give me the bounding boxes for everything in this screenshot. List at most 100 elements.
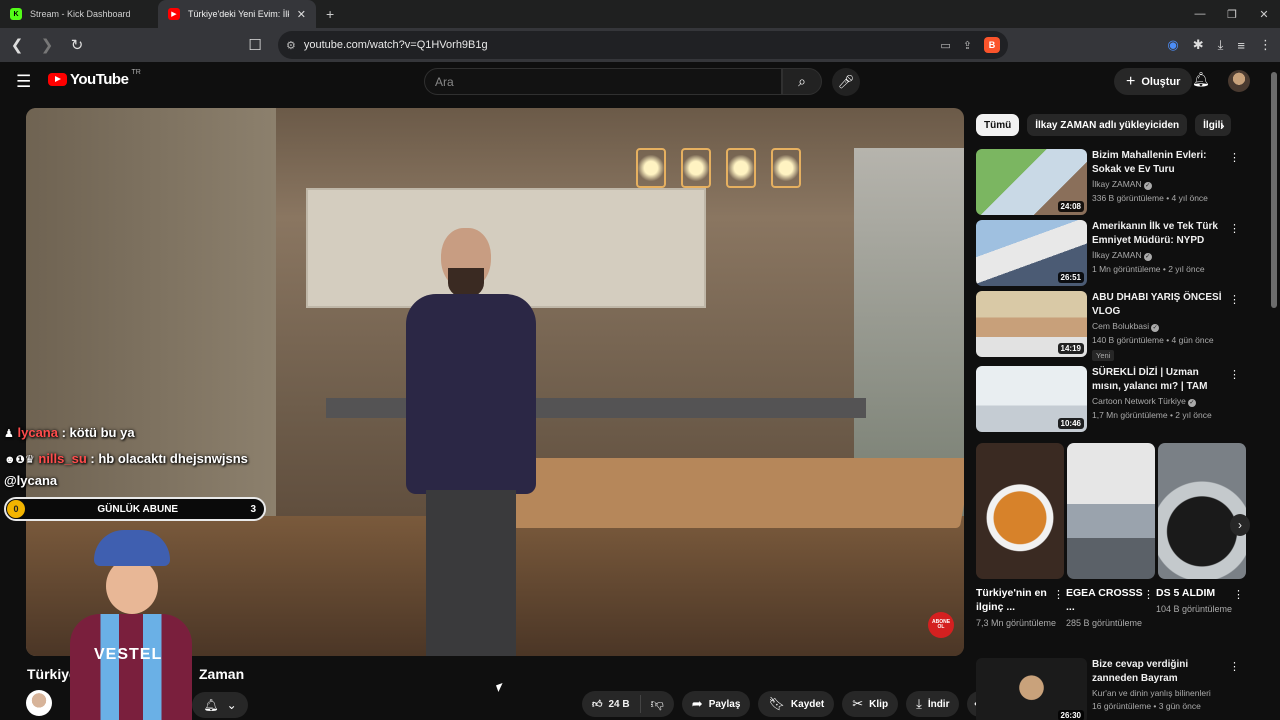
verified-icon: ✓ bbox=[1151, 324, 1160, 332]
rec-channel[interactable]: Cartoon Network Türkiye bbox=[1092, 396, 1186, 406]
sub-goal-target: 3 bbox=[250, 503, 256, 515]
tab-youtube-video[interactable]: ▶ Türkiye'deki Yeni Evim: İlkay Z ✕ bbox=[158, 0, 316, 28]
microphone-icon: 🎤︎ bbox=[837, 74, 855, 89]
rec-channel[interactable]: İlkay ZAMAN bbox=[1092, 250, 1142, 260]
back-button[interactable]: ❮ bbox=[2, 30, 32, 60]
clip-button[interactable]: ✂ Klip bbox=[842, 691, 899, 717]
channel-avatar[interactable] bbox=[26, 690, 52, 716]
rec-title[interactable]: ABU DHABI YARIŞ ÖNCESİ VLOG bbox=[1092, 291, 1228, 319]
logo-text: YouTube bbox=[70, 71, 129, 88]
rec-title[interactable]: Bizim Mahallenin Evleri: Sokak ve Ev Tur… bbox=[1092, 149, 1228, 177]
recommendation-item[interactable]: 24:08 Bizim Mahallenin Evleri: Sokak ve … bbox=[976, 149, 1246, 215]
subscription-bell-button[interactable]: 🔔︎ ⌄ bbox=[192, 692, 248, 718]
close-tab-icon[interactable]: ✕ bbox=[297, 8, 306, 21]
scene-table bbox=[499, 458, 964, 528]
shorts-next-button[interactable]: › bbox=[1230, 514, 1250, 536]
short-title[interactable]: Türkiye'nin en ilginç ... bbox=[976, 586, 1064, 614]
more-vertical-icon[interactable]: ⋮ bbox=[1229, 368, 1240, 381]
rec-title[interactable]: Bize cevap verdiğini zanneden Bayram Mar… bbox=[1092, 658, 1228, 686]
recommendation-item[interactable]: 26:51 Amerikanın İlk ve Tek Türk Emniyet… bbox=[976, 220, 1246, 286]
short-title[interactable]: EGEA CROSSS ... bbox=[1066, 586, 1154, 614]
like-button[interactable]: 👍︎ 24 B bbox=[582, 695, 641, 713]
daily-sub-goal: 0 GÜNLÜK ABUNE 3 bbox=[4, 497, 266, 521]
video-title-end: Zaman bbox=[199, 666, 245, 682]
window-controls: — ❐ ✕ bbox=[1184, 0, 1280, 28]
hamburger-menu-icon[interactable]: ☰ bbox=[16, 72, 31, 92]
maximize-button[interactable]: ❐ bbox=[1216, 0, 1248, 28]
page-scrollbar[interactable] bbox=[1271, 72, 1277, 308]
rec-title[interactable]: Amerikanın İlk ve Tek Türk Emniyet Müdür… bbox=[1092, 220, 1228, 248]
duration-badge: 24:08 bbox=[1057, 201, 1084, 212]
recommendation-item[interactable]: 14:19 ABU DHABI YARIŞ ÖNCESİ VLOG Cem Bo… bbox=[976, 291, 1246, 361]
video-thumbnail[interactable]: 10:46 bbox=[976, 366, 1087, 432]
tab-title: Stream - Kick Dashboard bbox=[30, 9, 131, 19]
chip-related[interactable]: İlgili bbox=[1195, 114, 1232, 136]
more-vertical-icon[interactable]: ⋮ bbox=[1053, 588, 1064, 601]
rec-views: 336 B görüntüleme • 4 yıl önce bbox=[1092, 193, 1208, 203]
download-button[interactable]: ⤓ İndir bbox=[906, 691, 960, 717]
reload-button[interactable]: ↻ bbox=[62, 30, 92, 60]
youtube-logo[interactable]: YouTube TR bbox=[48, 69, 141, 88]
search-button[interactable]: ⌕ bbox=[782, 68, 822, 95]
video-thumbnail[interactable]: 14:19 bbox=[976, 291, 1087, 357]
playlist-icon[interactable]: ≡ bbox=[1237, 38, 1245, 53]
account-avatar[interactable] bbox=[1228, 70, 1250, 92]
site-settings-icon[interactable]: ⚙ bbox=[286, 39, 296, 52]
download-icon[interactable]: ⤓ bbox=[1218, 37, 1224, 53]
share-icon[interactable]: ⇪ bbox=[963, 39, 972, 52]
sub-goal-current: 0 bbox=[7, 500, 25, 518]
forward-button[interactable]: ❯ bbox=[32, 30, 62, 60]
more-vertical-icon[interactable]: ⋮ bbox=[1143, 588, 1154, 601]
brave-shield-icon[interactable]: B bbox=[984, 37, 1000, 53]
short-thumbnail[interactable] bbox=[1158, 443, 1246, 579]
short-meta: DS 5 ALDIM 104 B görüntüleme ⋮ bbox=[1156, 586, 1244, 616]
rec-title[interactable]: SÜREKLİ DİZİ | Uzman mısın, yalancı mı? … bbox=[1092, 366, 1228, 394]
more-vertical-icon[interactable]: ⋮ bbox=[1229, 222, 1240, 235]
sub-goal-label: GÜNLÜK ABUNE bbox=[97, 503, 179, 515]
recommendation-item[interactable]: 26:30 Bize cevap verdiğini zanneden Bayr… bbox=[976, 658, 1246, 720]
rec-channel[interactable]: İlkay ZAMAN bbox=[1092, 179, 1142, 189]
more-vertical-icon[interactable]: ⋮ bbox=[1229, 293, 1240, 306]
notifications-bell-icon[interactable]: 🔔︎ bbox=[1192, 71, 1210, 88]
close-window-button[interactable]: ✕ bbox=[1248, 0, 1280, 28]
extension-blue-icon[interactable]: ◉ bbox=[1167, 37, 1178, 53]
short-thumbnail[interactable] bbox=[1067, 443, 1155, 579]
video-thumbnail[interactable]: 26:51 bbox=[976, 220, 1087, 286]
chip-all[interactable]: Tümü bbox=[976, 114, 1020, 136]
cast-icon[interactable]: ▭ bbox=[940, 39, 950, 52]
share-button[interactable]: ➦ Paylaş bbox=[681, 691, 751, 717]
video-thumbnail[interactable]: 26:30 bbox=[976, 658, 1087, 720]
browser-tabstrip: K Stream - Kick Dashboard ▶ Türkiye'deki… bbox=[0, 0, 1280, 28]
rec-channel[interactable]: Kur'an ve dinin yanlış bilinenleri bbox=[1092, 688, 1211, 698]
chat-text: : kötü bu ya bbox=[61, 425, 135, 440]
recommendation-item[interactable]: 10:46 SÜREKLİ DİZİ | Uzman mısın, yalanc… bbox=[976, 366, 1246, 432]
more-vertical-icon[interactable]: ⋮ bbox=[1229, 660, 1240, 673]
short-thumbnail[interactable] bbox=[976, 443, 1064, 579]
youtube-play-icon bbox=[48, 73, 67, 86]
more-menu-icon[interactable]: ⋮ bbox=[1259, 37, 1272, 53]
chip-from-uploader[interactable]: İlkay ZAMAN adlı yükleyiciden bbox=[1027, 114, 1188, 136]
new-tab-button[interactable]: + bbox=[316, 6, 344, 22]
subscribe-badge-text: ABONE OL bbox=[931, 618, 951, 630]
url-text: youtube.com/watch?v=Q1HVorh9B1g bbox=[303, 39, 488, 51]
search-placeholder: Ara bbox=[435, 74, 454, 89]
plus-icon: + bbox=[1126, 72, 1136, 90]
extensions-icon[interactable]: ✱ bbox=[1193, 37, 1204, 53]
chevron-right-icon[interactable]: › bbox=[1220, 117, 1225, 133]
tab-kick-dashboard[interactable]: K Stream - Kick Dashboard bbox=[0, 0, 158, 28]
minimize-button[interactable]: — bbox=[1184, 0, 1216, 28]
bookmark-icon[interactable]: ☐ bbox=[240, 30, 270, 60]
short-title[interactable]: DS 5 ALDIM bbox=[1156, 586, 1244, 600]
search-input[interactable]: Ara bbox=[424, 68, 782, 95]
rec-views: 140 B görüntüleme • 4 gün önce bbox=[1092, 335, 1214, 345]
more-vertical-icon[interactable]: ⋮ bbox=[1229, 151, 1240, 164]
create-button[interactable]: + Oluştur bbox=[1114, 68, 1193, 95]
dislike-button[interactable]: 👎︎ bbox=[641, 696, 674, 712]
rec-channel[interactable]: Cem Bolukbasi bbox=[1092, 321, 1149, 331]
address-bar[interactable]: ⚙ youtube.com/watch?v=Q1HVorh9B1g ▭ ⇪ B bbox=[278, 31, 1008, 59]
voice-search-button[interactable]: 🎤︎ bbox=[832, 68, 860, 96]
save-button[interactable]: 🔖︎ Kaydet bbox=[758, 691, 835, 717]
more-vertical-icon[interactable]: ⋮ bbox=[1233, 588, 1244, 601]
video-thumbnail[interactable]: 24:08 bbox=[976, 149, 1087, 215]
subscribe-badge[interactable]: ABONE OL bbox=[928, 612, 954, 638]
